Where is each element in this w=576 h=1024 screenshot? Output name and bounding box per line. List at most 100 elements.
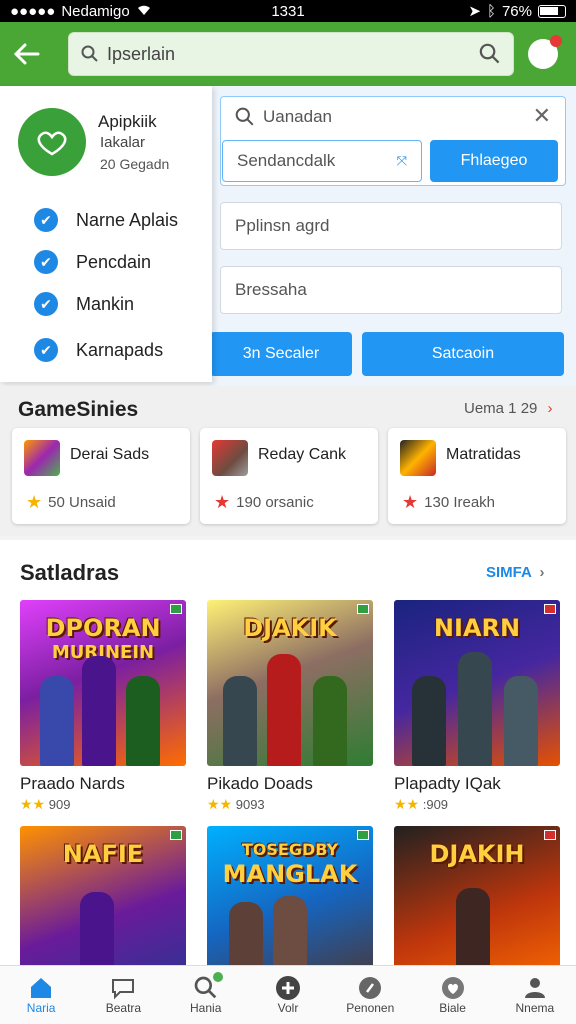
- character-figure: [267, 654, 301, 766]
- game-rating-text: 50 Unsaid: [48, 494, 116, 511]
- tile-name: Pikado Doads: [207, 774, 313, 793]
- top-header: Ipserlain: [0, 22, 576, 86]
- cover-badge: [544, 830, 556, 840]
- drawer-app-name: Apipkiik: [98, 112, 157, 131]
- star-icon: ★: [402, 492, 419, 512]
- drawer-item-1[interactable]: ✔ Narne Aplais: [34, 208, 178, 232]
- tile-rating-value: 909: [48, 797, 71, 812]
- games-more-link[interactable]: Uema 1 29 ›: [464, 400, 553, 417]
- form-panel: Uanadan ✕ Sendancdalk ⤧ Fhlaegeo Pplinsn…: [210, 86, 576, 386]
- rating-stars: ★★: [394, 796, 420, 812]
- wifi-icon: [136, 3, 152, 20]
- drawer-item-label: Pencdain: [76, 251, 152, 272]
- cover-subtitle: MANGLAK: [222, 860, 358, 888]
- check-icon: ✔: [34, 250, 58, 274]
- cover-title: TOSEGDBY: [241, 840, 339, 859]
- nav-label: Penonen: [346, 1001, 395, 1015]
- sort-field-text: Sendancdalk: [237, 151, 336, 170]
- search-icon: [235, 107, 254, 126]
- search-submit-icon[interactable]: [479, 43, 501, 65]
- cover-title: DJAKIK: [243, 614, 337, 642]
- drawer-item-3[interactable]: ✔ Mankin: [34, 292, 134, 316]
- nav-item-add[interactable]: Volr: [247, 966, 329, 1024]
- check-icon: ✔: [34, 208, 58, 232]
- game-card[interactable]: Derai Sads ★ 50 Unsaid: [12, 428, 190, 524]
- character-figure: [126, 676, 160, 766]
- profile-icon: [521, 975, 549, 1001]
- clear-icon[interactable]: ✕: [533, 105, 551, 127]
- cover-badge: [170, 604, 182, 614]
- submit-button[interactable]: Satcaoin: [362, 332, 564, 376]
- status-right: ➤ ᛒ 76%: [468, 2, 566, 20]
- game-cover-image: DPORAN MURINEIN: [20, 600, 186, 766]
- chevron-right-icon: ›: [547, 400, 553, 417]
- text-field-2[interactable]: Bressaha: [220, 266, 562, 314]
- star-icon: ★: [26, 492, 43, 512]
- chevron-right-icon: ›: [539, 564, 545, 581]
- battery-icon: [538, 4, 566, 18]
- cover-badge: [357, 604, 369, 614]
- game-card[interactable]: Reday Cank ★ 190 orsanic: [200, 428, 378, 524]
- nav-item-search[interactable]: Hania: [165, 966, 247, 1024]
- filter-search-text[interactable]: Uanadan: [263, 107, 533, 127]
- back-button[interactable]: [0, 27, 54, 81]
- nav-item-pin[interactable]: Penonen: [329, 966, 411, 1024]
- apply-button[interactable]: Fhlaegeo: [430, 140, 558, 182]
- game-cover-image: NIARN: [394, 600, 560, 766]
- check-icon: ✔: [34, 338, 58, 362]
- featured-tile[interactable]: DJAKIK Pikado Doads ★★ 9093: [207, 600, 373, 813]
- drawer-item-2[interactable]: ✔ Pencdain: [34, 250, 151, 274]
- app-root: ●●●●● Nedamigo 1331 ➤ ᛒ 76% Ipserlain Ua…: [0, 0, 576, 1024]
- featured-tile[interactable]: NIARN Plapadty IQak ★★ :909: [394, 600, 560, 813]
- nav-item-home[interactable]: Naria: [0, 966, 82, 1024]
- battery-percent: 76%: [501, 2, 532, 20]
- tile-name: Praado Nards: [20, 774, 125, 793]
- featured-tile[interactable]: DPORAN MURINEIN Praado Nards ★★ 909: [20, 600, 186, 813]
- game-icon: [24, 440, 60, 476]
- chat-icon: [109, 975, 137, 1001]
- featured-section: Satladras SIMFA › DPORAN MURINEIN Praado…: [0, 540, 576, 992]
- search-icon: [81, 45, 98, 62]
- games-section-title: GameSinies: [18, 398, 139, 421]
- carrier-name: Nedamigo: [61, 2, 130, 20]
- rating-stars: ★★: [207, 796, 233, 812]
- game-rating-text: 130 Ireakh: [424, 494, 496, 511]
- swap-icon: ⤧: [396, 153, 407, 168]
- games-more-link-label: Uema 1 29: [464, 400, 538, 417]
- cover-badge: [544, 604, 556, 614]
- drawer-item-4[interactable]: ✔ Karnapads: [34, 338, 163, 362]
- drawer-item-label: Narne Aplais: [76, 209, 179, 230]
- game-rating: ★ 50 Unsaid: [26, 492, 116, 513]
- text-field-1[interactable]: Pplinsn agrd: [220, 202, 562, 250]
- featured-section-title: Satladras: [20, 560, 120, 585]
- home-icon: [27, 975, 55, 1001]
- game-card[interactable]: Matratidas ★ 130 Ireakh: [388, 428, 566, 524]
- pin-icon: [356, 975, 384, 1001]
- secondary-button[interactable]: 3n Secaler: [210, 332, 352, 376]
- drawer-app-count: 20 Gegadn: [100, 156, 170, 172]
- character-figure: [223, 676, 257, 766]
- nav-item-profile[interactable]: Nnema: [494, 966, 576, 1024]
- game-icon: [400, 440, 436, 476]
- search-input[interactable]: Ipserlain: [68, 32, 514, 76]
- cover-title: NAFIE: [62, 840, 144, 868]
- status-bar: ●●●●● Nedamigo 1331 ➤ ᛒ 76%: [0, 0, 576, 22]
- cover-badge: [357, 830, 369, 840]
- character-figure: [313, 676, 347, 766]
- nav-label: Hania: [190, 1001, 222, 1015]
- tile-rating: ★★ 9093: [207, 796, 373, 813]
- game-cover-image: DJAKIK: [207, 600, 373, 766]
- tile-rating: ★★ 909: [20, 796, 186, 813]
- tile-name: Plapadty IQak: [394, 774, 501, 793]
- character-figure: [504, 676, 538, 766]
- character-figure: [412, 676, 446, 766]
- nav-item-heart[interactable]: Biale: [411, 966, 493, 1024]
- profile-mascot-icon[interactable]: [528, 35, 562, 69]
- game-rating-text: 190 orsanic: [236, 494, 314, 511]
- signal-dots-icon: ●●●●●: [10, 2, 56, 20]
- featured-more-link[interactable]: SIMFA ›: [486, 564, 544, 581]
- nav-item-chat[interactable]: Beatra: [82, 966, 164, 1024]
- sort-field[interactable]: Sendancdalk ⤧: [222, 140, 422, 182]
- bottom-navigation: Naria Beatra Hania Volr Penonen Biale Nn…: [0, 965, 576, 1024]
- back-arrow-icon: [14, 43, 40, 65]
